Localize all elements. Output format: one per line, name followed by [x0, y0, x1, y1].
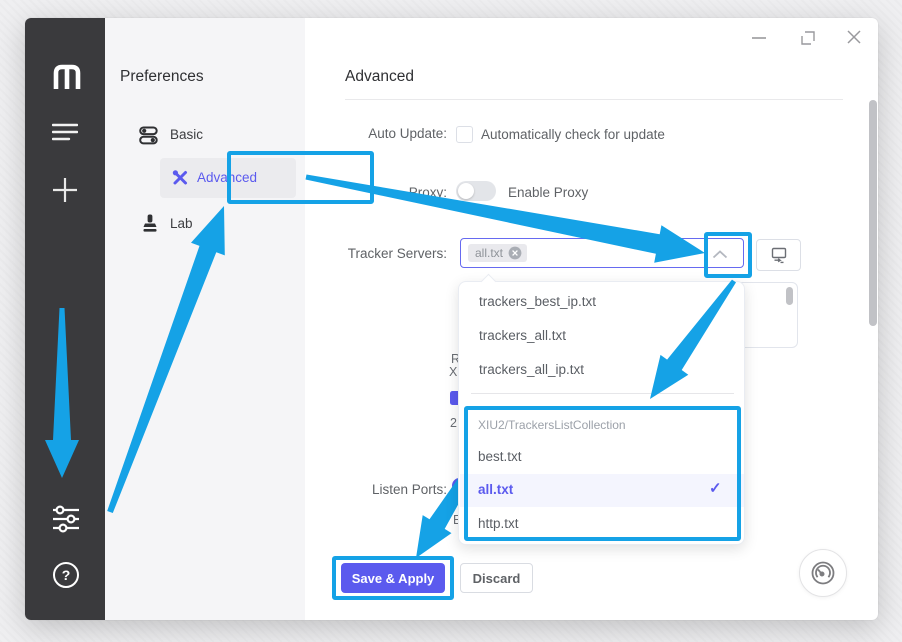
help-icon[interactable]: ?	[50, 559, 82, 591]
page-title: Advanced	[345, 68, 414, 86]
auto-update-checkbox-label: Automatically check for update	[481, 127, 665, 142]
save-apply-button[interactable]: Save & Apply	[341, 563, 445, 593]
discard-button[interactable]: Discard	[460, 563, 533, 593]
listen-ports-label: Listen Ports:	[300, 482, 447, 497]
occluded-text-fragment: 2	[450, 416, 457, 430]
panel-title: Preferences	[120, 68, 204, 86]
tracker-dropdown: trackers_best_ip.txt trackers_all.txt tr…	[458, 281, 745, 545]
task-list-icon[interactable]	[52, 122, 78, 144]
dropdown-item[interactable]: http.txt	[478, 516, 519, 531]
sidebar-item-lab[interactable]: Lab	[135, 212, 295, 238]
toggles-icon	[139, 126, 158, 145]
sidebar-item-label: Lab	[170, 216, 193, 231]
preferences-panel: Preferences Basic Advanced Lab	[105, 18, 305, 620]
sidebar-item-advanced[interactable]: Advanced	[160, 158, 296, 198]
add-task-icon[interactable]	[51, 176, 79, 204]
dropdown-divider	[471, 393, 734, 394]
proxy-label: Proxy:	[300, 185, 447, 200]
preferences-sliders-icon[interactable]	[50, 504, 82, 534]
tools-icon	[172, 169, 189, 186]
title-divider	[345, 99, 843, 100]
close-button[interactable]	[844, 27, 864, 47]
tracker-servers-input[interactable]: all.txt	[460, 238, 744, 268]
sidebar-item-label: Basic	[170, 127, 203, 142]
tag-remove-icon[interactable]	[508, 246, 522, 260]
dropdown-group-label: XIU2/TrackersListCollection	[478, 418, 626, 432]
dropdown-item[interactable]: trackers_best_ip.txt	[479, 294, 596, 309]
dropdown-item-selected[interactable]: all.txt	[478, 482, 513, 497]
minimize-button[interactable]	[749, 28, 769, 48]
sidebar-item-label: Advanced	[197, 170, 257, 185]
dropdown-item[interactable]: best.txt	[478, 449, 522, 464]
save-apply-label: Save & Apply	[352, 571, 435, 586]
dropdown-item[interactable]: trackers_all.txt	[479, 328, 566, 343]
stamp-icon	[142, 214, 158, 234]
sync-trackers-button[interactable]	[756, 239, 801, 271]
check-icon: ✓	[709, 479, 722, 497]
speed-gauge-button[interactable]	[799, 549, 847, 597]
toggle-knob	[458, 183, 474, 199]
occluded-text-fragment: X	[449, 365, 457, 379]
auto-update-label: Auto Update:	[300, 126, 447, 141]
discard-label: Discard	[473, 571, 521, 586]
sidebar-item-basic[interactable]: Basic	[135, 124, 295, 150]
chevron-up-icon[interactable]	[712, 250, 728, 259]
screen: ? Preferences Basic Advanced Lab	[0, 0, 902, 642]
svg-text:?: ?	[62, 567, 71, 583]
motrix-logo-icon	[50, 62, 84, 92]
dropdown-item[interactable]: trackers_all_ip.txt	[479, 362, 584, 377]
gauge-icon	[809, 559, 837, 587]
tracker-servers-label: Tracker Servers:	[300, 246, 447, 261]
tag-label: all.txt	[475, 246, 503, 260]
window-scrollbar[interactable]	[869, 100, 877, 326]
nav-rail: ?	[25, 18, 105, 620]
auto-update-checkbox[interactable]	[456, 126, 473, 143]
tag-all-txt[interactable]: all.txt	[468, 244, 527, 262]
restore-button[interactable]	[798, 28, 818, 48]
textarea-scrollbar[interactable]	[786, 287, 793, 305]
proxy-toggle-label: Enable Proxy	[508, 185, 588, 200]
sync-icon	[770, 247, 788, 264]
proxy-toggle[interactable]	[456, 181, 496, 201]
